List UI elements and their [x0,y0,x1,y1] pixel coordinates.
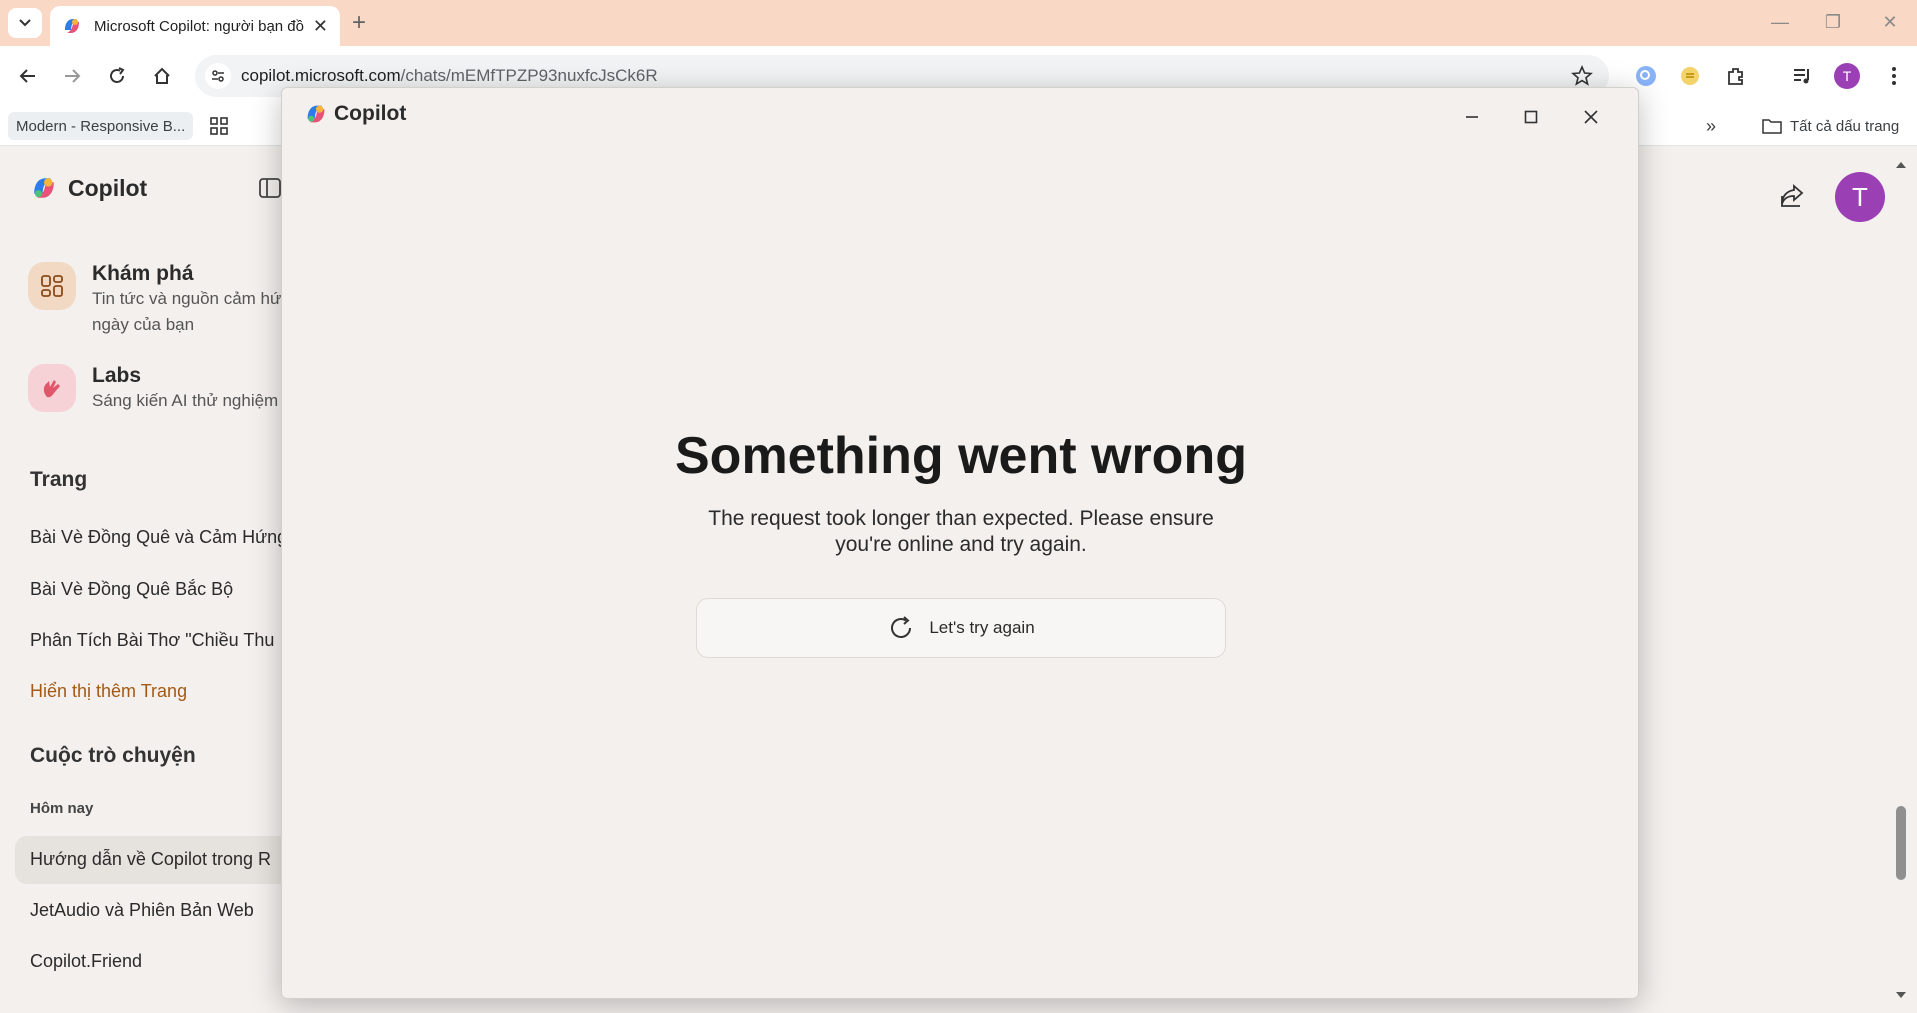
site-settings-icon[interactable] [205,63,231,89]
lens-extension-icon[interactable] [1634,64,1658,88]
scroll-thumb[interactable] [1896,806,1906,880]
pages-heading: Trang [30,468,88,491]
user-avatar[interactable]: T [1835,172,1885,222]
apps-grid-icon[interactable] [210,112,228,140]
all-bookmarks-folder[interactable]: Tất cả dấu trang [1762,112,1899,140]
labs-title: Labs [92,364,142,387]
tab-close-icon[interactable]: ✕ [313,16,328,37]
copilot-logo-icon [307,105,325,123]
error-message-line2: you're online and try again. [835,533,1087,556]
media-controls-icon[interactable] [1790,64,1814,88]
conversations-heading: Cuộc trò chuyện [30,744,196,767]
restore-icon[interactable]: ❐ [1813,8,1853,36]
scroll-up-icon[interactable] [1890,158,1912,172]
try-again-label: Let's try again [929,618,1035,637]
sidebar-logo[interactable]: Copilot [30,174,147,202]
forward-icon[interactable] [58,62,86,90]
window-title: Copilot [304,102,406,126]
coin-extension-icon[interactable] [1678,64,1702,88]
share-icon[interactable] [1778,182,1806,210]
conversation-item[interactable]: Copilot.Friend [30,951,290,972]
copilot-logo-icon [65,19,79,33]
profile-avatar[interactable]: T [1834,63,1860,89]
new-tab-icon[interactable]: + [352,9,366,37]
error-title: Something went wrong [675,427,1247,485]
sidebar: Copilot Khám phá Tin tức và nguồn cảm hứ… [0,146,292,1013]
tab-strip: Microsoft Copilot: người bạn đồng hành A… [0,0,1917,46]
scroll-down-icon[interactable] [1890,988,1912,1002]
discover-desc-line2: ngày của bạn [92,315,195,334]
tab-search-button[interactable] [8,8,42,38]
minimize-icon[interactable]: — [1760,8,1800,36]
all-bookmarks-label: Tất cả dấu trang [1790,117,1900,135]
try-again-button[interactable]: Let's try again [696,598,1226,658]
home-icon[interactable] [148,62,176,90]
discover-desc-line1: Tin tức và nguồn cảm hứng [92,289,292,308]
bookmark-item[interactable]: Modern - Responsive B... [8,112,194,140]
labs-desc: Sáng kiến AI thử nghiệm [92,391,279,410]
more-bookmarks-icon[interactable]: » [1706,112,1716,140]
window-close-icon[interactable] [1576,102,1606,132]
reload-icon[interactable] [103,62,131,90]
error-message: The request took longer than expected. P… [661,506,1261,558]
copilot-logo-icon [34,178,54,198]
show-more-pages-link[interactable]: Hiển thị thêm Trang [30,681,290,702]
conversation-item[interactable]: Hướng dẫn về Copilot trong R [30,849,290,870]
today-label: Hôm nay [30,800,94,817]
folder-icon [1762,119,1782,134]
sidebar-toggle-icon[interactable] [258,176,282,200]
labs-hand-icon [28,364,76,412]
window-minimize-icon[interactable] [1457,102,1487,132]
close-window-icon[interactable]: ✕ [1870,8,1910,36]
bookmark-star-icon[interactable] [1571,65,1593,87]
page-item[interactable]: Bài Vè Đồng Quê và Cảm Hứng [30,527,290,548]
chevron-down-icon [19,19,31,27]
discover-title: Khám phá [92,262,194,285]
sidebar-item-discover[interactable]: Khám phá Tin tức và nguồn cảm hứng ngày … [28,262,292,338]
page-item[interactable]: Phân Tích Bài Thơ "Chiều Thu [30,630,290,651]
copilot-window: Copilot Something went wrong The request… [281,87,1639,999]
sidebar-app-name: Copilot [68,174,148,201]
sidebar-item-labs[interactable]: Labs Sáng kiến AI thử nghiệm [28,364,292,414]
error-message-line1: The request took longer than expected. P… [708,507,1214,530]
tab-copilot[interactable]: Microsoft Copilot: người bạn đồng hành A… [50,6,340,46]
page-scrollbar[interactable] [1890,146,1912,1013]
extensions-puzzle-icon[interactable] [1724,64,1748,88]
window-maximize-icon[interactable] [1516,102,1546,132]
grid-icon [28,262,76,310]
back-icon[interactable] [14,62,42,90]
more-menu-icon[interactable] [1882,64,1906,88]
tab-title: Microsoft Copilot: người bạn đồng hành A… [94,17,304,35]
window-title-text: Copilot [334,102,407,125]
conversation-item[interactable]: JetAudio và Phiên Bản Web [30,900,290,921]
url-text: copilot.microsoft.com/chats/mEMfTPZP93nu… [241,66,658,85]
refresh-icon [891,616,912,638]
page-item[interactable]: Bài Vè Đồng Quê Bắc Bộ [30,579,290,600]
